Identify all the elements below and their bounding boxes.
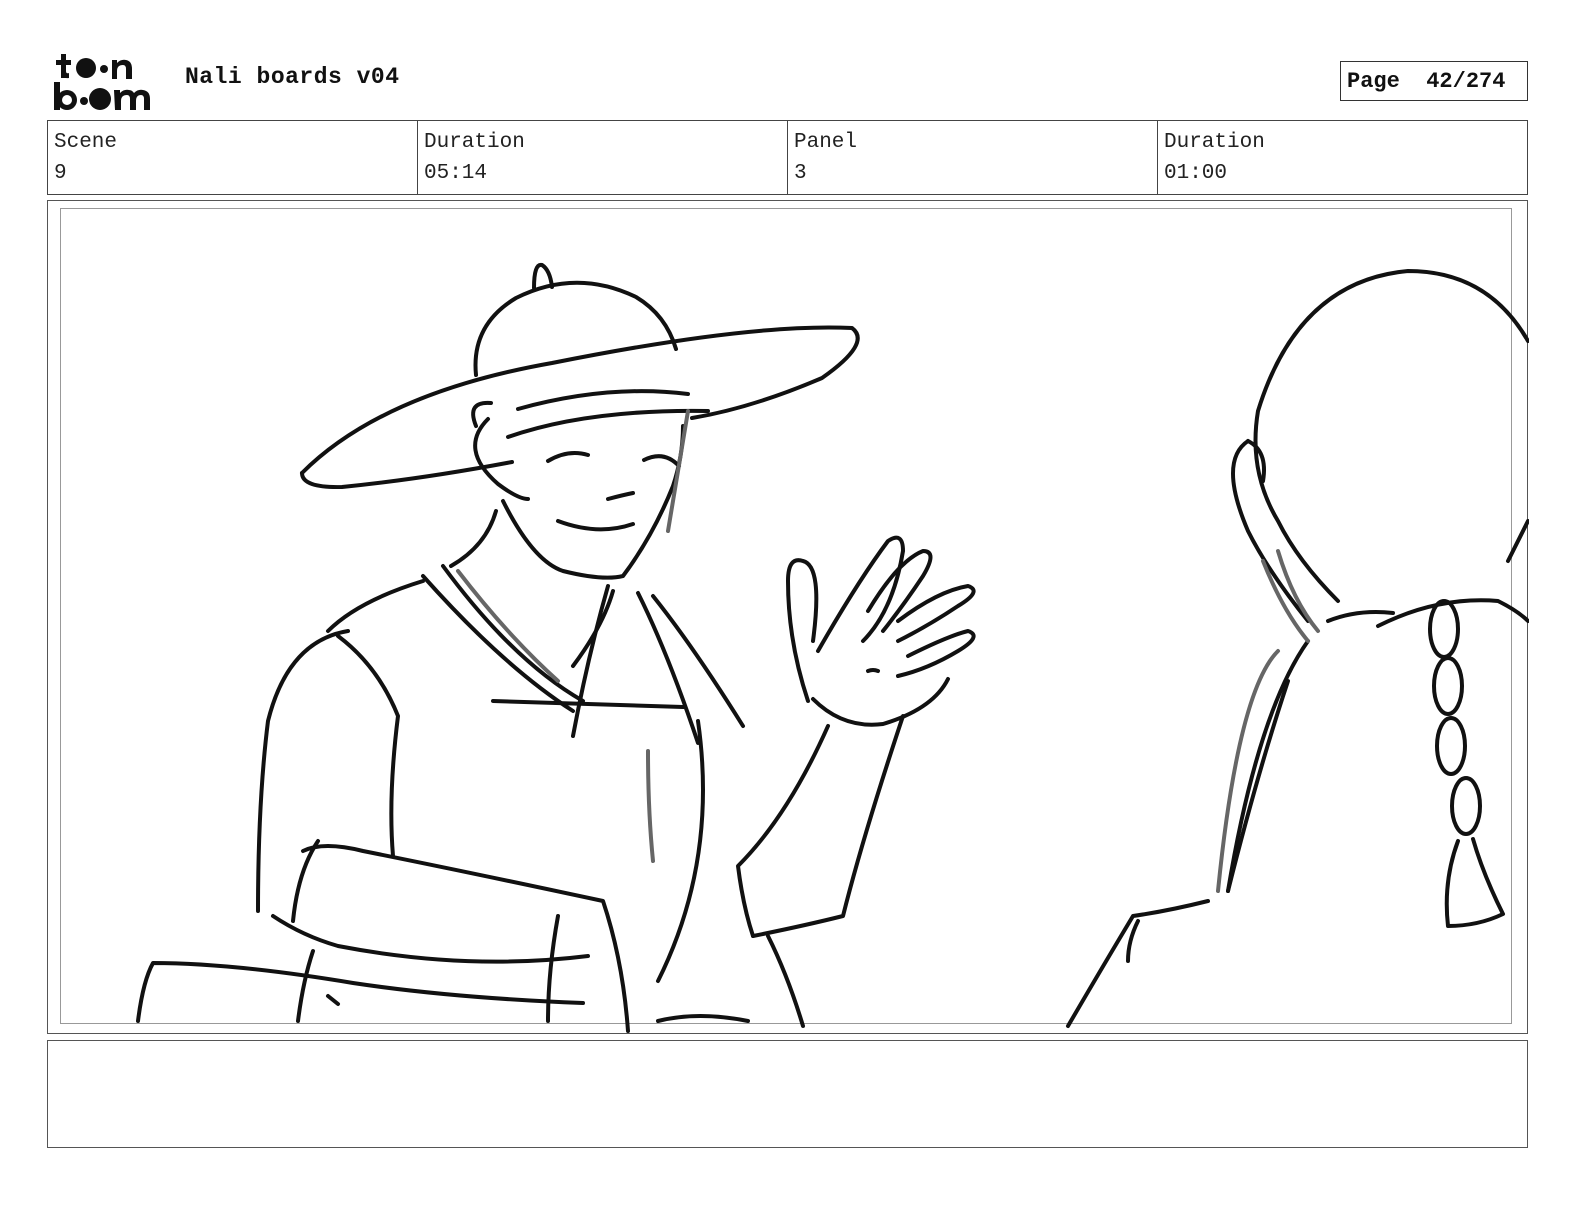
panel-info-row: Scene 9 Duration 05:14 Panel 3 Duration … [47,120,1528,195]
scene-duration-label: Duration [424,131,525,154]
dialog-notes-box [47,1040,1528,1148]
scene-label: Scene [54,131,118,154]
page-number: 42/274 [1426,68,1506,94]
storyboard-panel-frame [47,200,1529,1034]
panel-duration-value: 01:00 [1164,162,1228,185]
storyboard-sketch [136,262,1529,1033]
scene-cell: Scene 9 [48,121,418,194]
toonboom-logo-icon [54,54,150,110]
panel-cell: Panel 3 [788,121,1158,194]
scene-value: 9 [54,162,67,185]
scene-duration-cell: Duration 05:14 [418,121,788,194]
page-indicator: Page 42/274 [1340,61,1528,101]
panel-duration-cell: Duration 01:00 [1158,121,1527,194]
panel-duration-label: Duration [1164,131,1265,154]
scene-duration-value: 05:14 [424,162,488,185]
panel-value: 3 [794,162,807,185]
panel-label: Panel [794,131,858,154]
project-title: Nali boards v04 [185,64,400,90]
page-label: Page [1347,68,1400,94]
